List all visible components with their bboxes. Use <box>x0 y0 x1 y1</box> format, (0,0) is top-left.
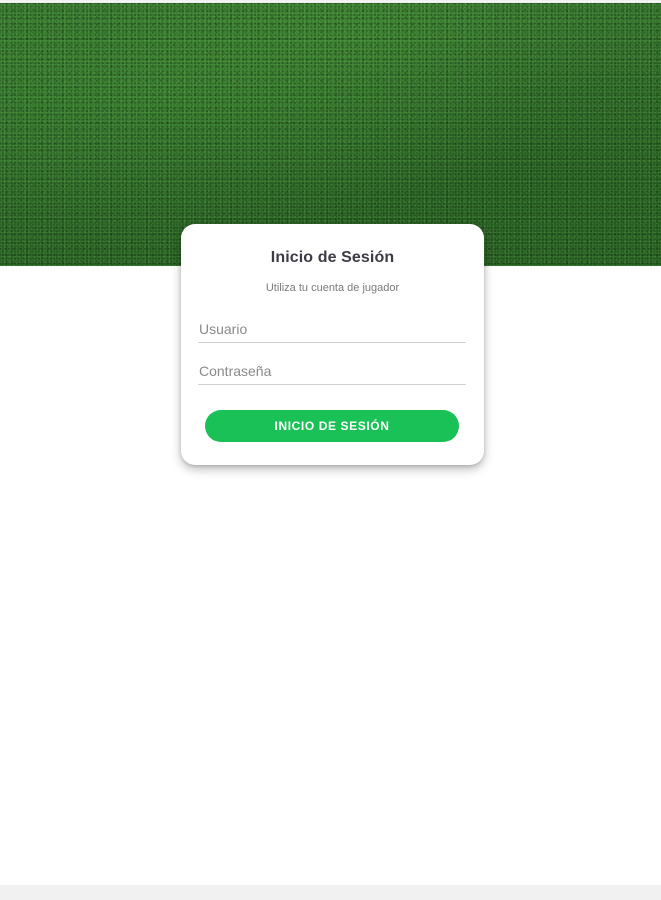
bottom-bar <box>0 885 661 900</box>
login-page: Inicio de Sesión Utiliza tu cuenta de ju… <box>0 0 661 900</box>
username-input[interactable] <box>198 316 467 342</box>
login-submit-button[interactable]: INICIO DE SESIÓN <box>205 410 459 442</box>
password-field <box>198 358 467 385</box>
password-input[interactable] <box>198 358 467 384</box>
login-subtitle: Utiliza tu cuenta de jugador <box>265 282 400 294</box>
login-card: Inicio de Sesión Utiliza tu cuenta de ju… <box>181 224 484 465</box>
username-field <box>198 316 467 343</box>
login-title: Inicio de Sesión <box>270 249 395 266</box>
